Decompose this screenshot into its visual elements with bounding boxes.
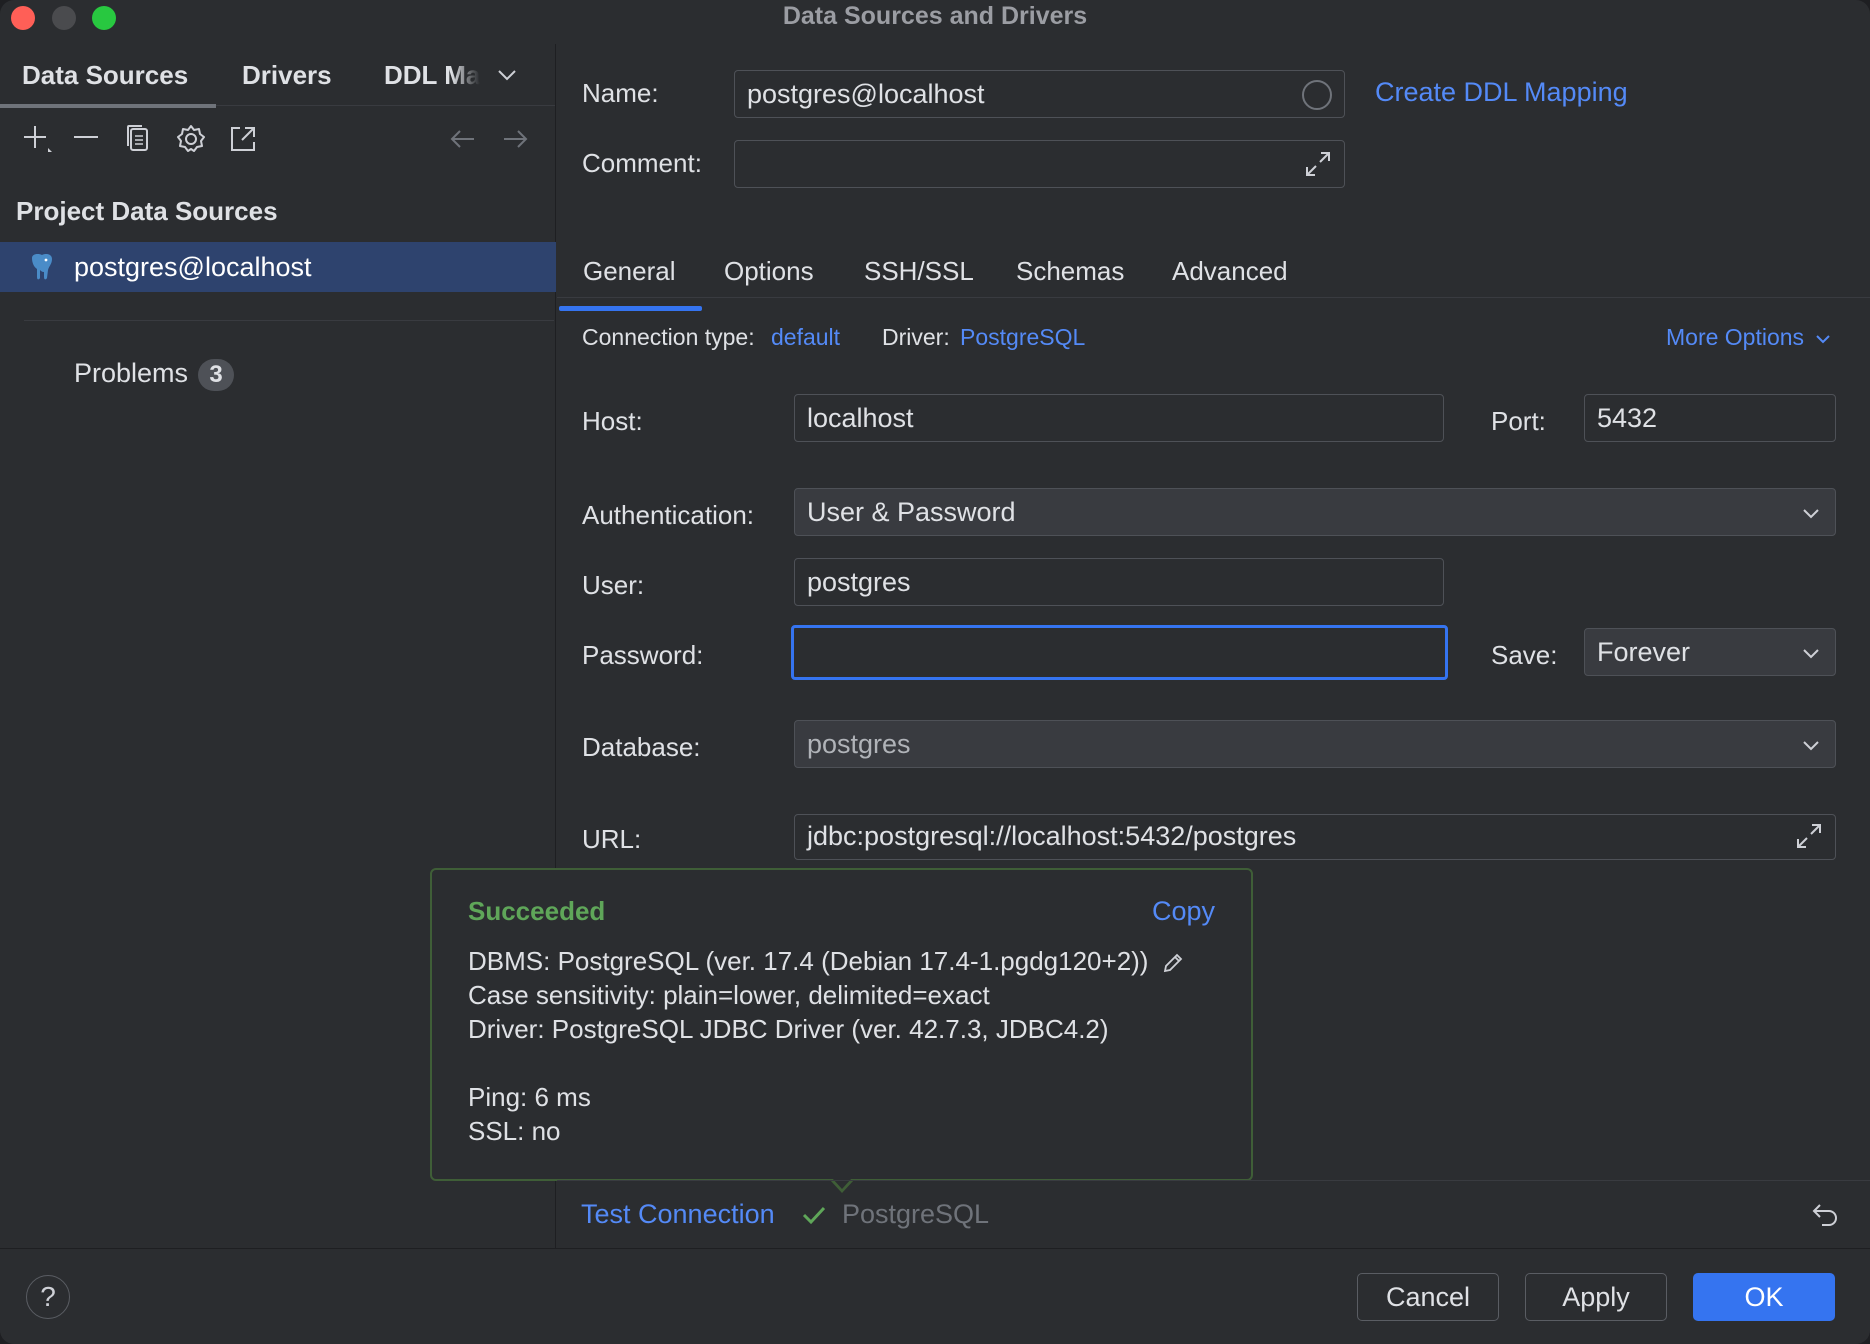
chevron-down-icon [1803,509,1819,519]
url-value: jdbc:postgresql://localhost:5432/postgre… [807,821,1297,851]
connection-type-link[interactable]: default [771,324,840,351]
authentication-label: Authentication: [582,500,755,530]
problems-count-badge: 3 [198,359,235,391]
sidebar-item-label: postgres@localhost [74,252,312,282]
jump-to-source-icon[interactable] [226,122,260,156]
driver-link[interactable]: PostgreSQL [960,324,1085,351]
comment-label: Comment: [582,148,702,178]
save-value: Forever [1597,637,1691,667]
chevron-down-icon [1803,649,1819,659]
add-icon[interactable] [20,122,54,156]
tab-ddl-mappings[interactable]: DDL Ma [384,60,480,91]
color-picker-icon[interactable] [1302,80,1332,110]
host-label: Host: [582,406,643,436]
dbms-text: DBMS: PostgreSQL (ver. 17.4 (Debian 17.4… [468,946,1149,976]
password-label: Password: [582,640,704,670]
help-button[interactable]: ? [26,1275,70,1319]
authentication-select[interactable]: User & Password [794,488,1836,536]
case-sensitivity-info: Case sensitivity: plain=lower, delimited… [468,980,990,1010]
port-value: 5432 [1597,403,1658,433]
settings-icon[interactable] [174,122,208,156]
back-arrow-icon[interactable] [446,122,480,156]
settings-tabs: General Options SSH/SSL Schemas Advanced [557,234,1870,311]
tab-options[interactable]: Options [724,256,814,287]
name-value: postgres@localhost [747,79,985,109]
test-driver-label: PostgreSQL [842,1199,990,1229]
revert-icon[interactable] [1810,1199,1840,1229]
save-select[interactable]: Forever [1584,628,1836,676]
dialog-button-bar: ? Cancel Apply OK [0,1249,1870,1344]
host-input[interactable]: localhost [794,394,1444,442]
problems-item[interactable]: Problems 3 [74,358,235,391]
apply-button[interactable]: Apply [1525,1273,1667,1321]
expand-icon[interactable] [1302,148,1334,180]
popup-pointer [830,1178,854,1193]
window-title: Data Sources and Drivers [782,2,1088,30]
password-input[interactable] [791,625,1448,680]
ok-button[interactable]: OK [1693,1273,1835,1321]
expand-icon[interactable] [1793,820,1825,852]
tab-advanced[interactable]: Advanced [1172,256,1288,287]
duplicate-icon[interactable] [122,122,156,156]
chevron-down-icon [1816,335,1831,344]
port-input[interactable]: 5432 [1584,394,1836,442]
user-value: postgres [807,567,911,597]
copy-link[interactable]: Copy [1152,896,1215,927]
more-options-link[interactable]: More Options [1666,324,1832,351]
url-label: URL: [582,824,642,854]
dbms-info: DBMS: PostgreSQL (ver. 17.4 (Debian 17.4… [468,946,1186,977]
driver-info: Driver: PostgreSQL JDBC Driver (ver. 42.… [468,1014,1109,1044]
ping-info: Ping: 6 ms [468,1082,591,1112]
tab-general[interactable]: General [559,256,701,311]
test-connection-popup: Succeeded Copy DBMS: PostgreSQL (ver. 17… [430,868,1253,1181]
user-input[interactable]: postgres [794,558,1444,606]
test-connection-link[interactable]: Test Connection [581,1199,775,1230]
pencil-icon[interactable] [1160,950,1186,976]
name-field[interactable]: postgres@localhost [734,70,1345,118]
checkmark-icon [801,1202,827,1228]
sidebar-tabs: Data Sources Drivers DDL Ma [0,44,555,108]
sidebar-item-postgres-localhost[interactable]: postgres@localhost [0,242,556,292]
tab-schemas[interactable]: Schemas [1016,256,1124,287]
database-value: postgres [807,729,911,759]
url-input[interactable]: jdbc:postgresql://localhost:5432/postgre… [794,814,1836,860]
cancel-button[interactable]: Cancel [1357,1273,1499,1321]
forward-arrow-icon[interactable] [498,122,532,156]
data-sources-dialog: Data Sources and Drivers Data Sources Dr… [0,0,1870,1344]
driver-label: Driver: [882,324,950,350]
project-data-sources-heading: Project Data Sources [16,196,278,226]
footer-divider [557,1180,1870,1181]
connection-status: Succeeded [468,896,606,926]
port-label: Port: [1491,406,1546,436]
ssl-info: SSL: no [468,1116,561,1146]
postgresql-elephant-icon [28,252,56,282]
name-label: Name: [582,78,659,108]
database-select[interactable]: postgres [794,720,1836,768]
comment-field[interactable] [734,140,1345,188]
title-bar: Data Sources and Drivers [0,0,1870,34]
sidebar-divider [24,320,554,321]
tab-ssh-ssl[interactable]: SSH/SSL [864,256,974,287]
authentication-value: User & Password [807,497,1016,527]
create-ddl-mapping-link[interactable]: Create DDL Mapping [1375,77,1628,108]
user-label: User: [582,570,645,600]
save-label: Save: [1491,640,1558,670]
problems-label: Problems [74,358,189,388]
connection-type-label: Connection type: [582,324,755,350]
chevron-down-icon [1803,741,1819,751]
more-tabs-chevron-icon[interactable] [496,64,518,86]
database-label: Database: [582,732,701,762]
tab-drivers[interactable]: Drivers [242,60,332,91]
more-options-label: More Options [1666,324,1805,350]
host-value: localhost [807,403,914,433]
tab-data-sources[interactable]: Data Sources [0,60,217,108]
remove-icon[interactable] [70,122,104,156]
